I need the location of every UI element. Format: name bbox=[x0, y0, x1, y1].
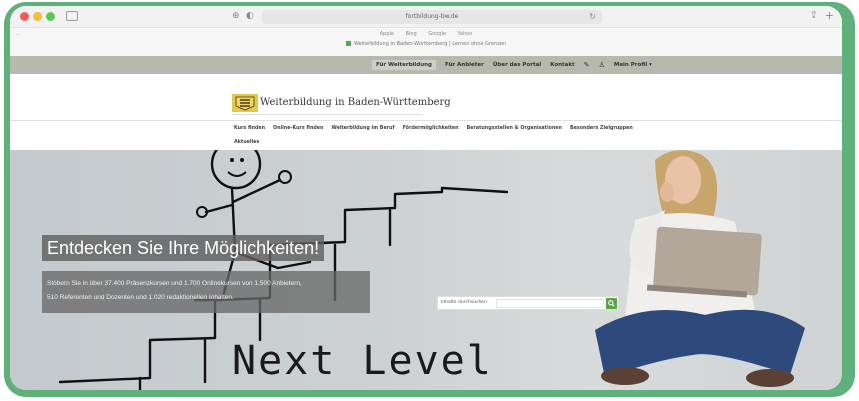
site-logo-text[interactable]: Weiterbildung in Baden-Württemberg bbox=[260, 97, 451, 108]
mainnav-item-beratung[interactable]: Beratungsstellen & Organisationen bbox=[467, 126, 562, 131]
minimize-window-button[interactable] bbox=[33, 12, 42, 21]
share-icon[interactable]: ⇪ bbox=[810, 10, 818, 21]
hero-subtext-line: Stöbern Sie in über 37.400 Präsenzkursen… bbox=[47, 280, 302, 287]
hero-headline: Entdecken Sie Ihre Möglichkeiten! bbox=[47, 238, 320, 258]
privacy-shield-icon[interactable]: ⊕ bbox=[232, 11, 240, 21]
coat-of-arms-icon[interactable] bbox=[232, 94, 258, 112]
favorites-bar: ·· Apple Bing Google Yahoo Weiterbildung… bbox=[10, 28, 842, 56]
tab-active[interactable]: Weiterbildung in Baden-Württemberg | Ler… bbox=[10, 41, 842, 47]
mainnav-item-aktuelles[interactable]: Aktuelles bbox=[234, 140, 259, 145]
topnav-item-weiterbildung[interactable]: Für Weiterbildung bbox=[372, 60, 436, 70]
favorite-link[interactable]: Yahoo bbox=[458, 31, 473, 37]
hero-headline-box: Entdecken Sie Ihre Möglichkeiten! bbox=[42, 235, 325, 261]
url-text: fortbildung-bw.de bbox=[405, 13, 459, 20]
mainnav-item-foerderung[interactable]: Fördermöglichkeiten bbox=[403, 126, 459, 131]
favorites-links: Apple Bing Google Yahoo bbox=[10, 31, 842, 37]
main-nav: Kurs finden Online-Kurs finden Weiterbil… bbox=[10, 120, 842, 150]
plus-icon[interactable]: + bbox=[825, 9, 834, 22]
favorite-link[interactable]: Bing bbox=[406, 31, 417, 37]
contrast-icon[interactable]: ◐ bbox=[246, 11, 254, 21]
pin-icon[interactable]: ✎ bbox=[584, 61, 590, 69]
sidebar-toggle-icon[interactable] bbox=[66, 11, 78, 21]
zoom-window-button[interactable] bbox=[46, 12, 55, 21]
profile-label: Mein Profil bbox=[613, 62, 648, 68]
topnav-item-anbieter[interactable]: Für Anbieter bbox=[445, 62, 484, 68]
address-bar[interactable]: fortbildung-bw.de ↻ bbox=[262, 10, 602, 24]
search-label: Inhalte durchsuchen bbox=[441, 300, 487, 305]
hero-banner: Entdecken Sie Ihre Möglichkeiten! Stöber… bbox=[10, 150, 842, 390]
search-button[interactable] bbox=[606, 298, 617, 309]
site-header: Weiterbildung in Baden-Württemberg bbox=[10, 74, 842, 122]
mainnav-item-beruf[interactable]: Weiterbildung im Beruf bbox=[331, 126, 394, 131]
mainnav-item-zielgruppen[interactable]: Besonders Zielgruppen bbox=[570, 126, 633, 131]
site-top-nav: Für Weiterbildung Für Anbieter Über das … bbox=[10, 56, 842, 74]
topnav-item-portal[interactable]: Über das Portal bbox=[493, 62, 541, 68]
tab-title: Weiterbildung in Baden-Württemberg | Ler… bbox=[354, 41, 506, 47]
close-window-button[interactable] bbox=[20, 12, 29, 21]
logo-divider bbox=[232, 114, 422, 115]
favorite-link[interactable]: Google bbox=[428, 31, 446, 37]
reload-icon[interactable]: ↻ bbox=[589, 10, 596, 24]
hero-subtext-box: Stöbern Sie in über 37.400 Präsenzkursen… bbox=[42, 271, 370, 313]
woman-with-laptop-image bbox=[595, 150, 805, 387]
favorite-link[interactable]: Apple bbox=[380, 31, 394, 37]
search-icon bbox=[608, 300, 615, 307]
mainnav-item-kurs-finden[interactable]: Kurs finden bbox=[234, 126, 265, 131]
hero-search-box: Inhalte durchsuchen bbox=[437, 296, 619, 310]
tab-favicon-icon bbox=[346, 41, 352, 46]
mainnav-item-online-kurs[interactable]: Online-Kurs finden bbox=[273, 126, 323, 131]
hero-subtext-line: 510 Referenten und Dozenten und 1.020 re… bbox=[47, 294, 234, 301]
browser-window: ⊕ ◐ fortbildung-bw.de ↻ ⇪ + ·· Apple Bin… bbox=[10, 6, 842, 390]
screenshot-frame: ⊕ ◐ fortbildung-bw.de ↻ ⇪ + ·· Apple Bin… bbox=[0, 0, 859, 401]
handwritten-next-level: Next Level bbox=[232, 338, 493, 384]
browser-titlebar: ⊕ ◐ fortbildung-bw.de ↻ ⇪ + bbox=[10, 6, 842, 28]
search-input[interactable] bbox=[496, 299, 604, 308]
person-icon[interactable]: ♙ bbox=[599, 61, 605, 69]
topnav-item-kontakt[interactable]: Kontakt bbox=[550, 62, 575, 68]
profile-menu[interactable]: Mein Profil ▾ bbox=[614, 62, 652, 68]
